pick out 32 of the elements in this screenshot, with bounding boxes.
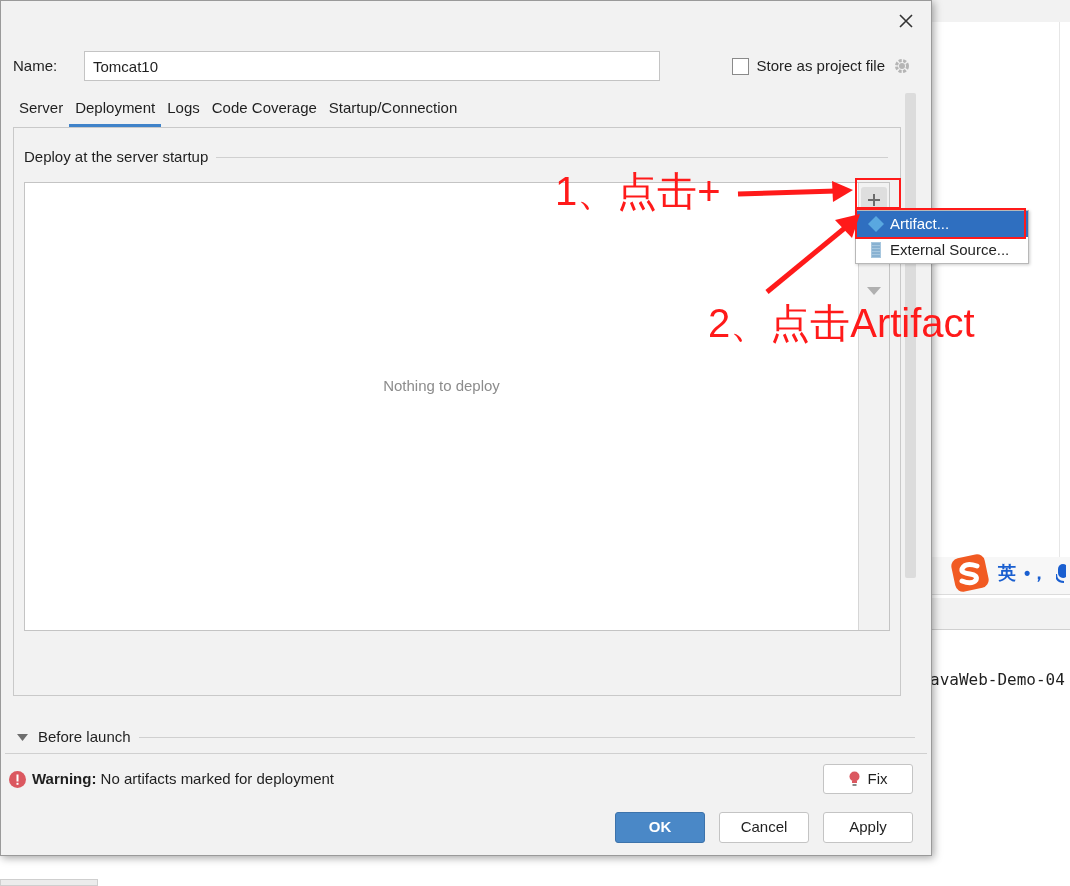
fix-button[interactable]: Fix — [823, 764, 913, 794]
close-icon[interactable] — [899, 14, 913, 28]
tab[interactable]: Server — [13, 93, 70, 127]
annotation-text: 1、点击+ — [555, 168, 721, 215]
bulb-icon — [848, 770, 860, 788]
checkbox-label: Store as project file — [756, 55, 885, 76]
section-toggle[interactable]: Before launch — [17, 725, 131, 749]
section-title: Deploy at the server startup — [24, 146, 209, 167]
tab[interactable]: Logs — [161, 93, 206, 127]
annotation-text: 2、点击Artifact — [708, 300, 975, 347]
ime-language-label: 英 — [998, 561, 1016, 585]
editor-text: avaWeb-Demo-04 — [930, 669, 1065, 691]
triangle-down-icon — [17, 733, 28, 741]
dialog-button[interactable]: Apply — [823, 812, 913, 843]
microphone-icon[interactable] — [1056, 562, 1067, 584]
plus-icon — [867, 193, 881, 207]
dialog-button[interactable]: OK — [615, 812, 705, 843]
ime-punctuation-label: •， — [1024, 561, 1049, 585]
name-input-field[interactable]: Tomcat10 — [84, 51, 660, 81]
menu-item[interactable]: Artifact... — [856, 211, 1028, 237]
tab[interactable]: Code Coverage — [205, 93, 323, 127]
error-icon — [9, 770, 26, 788]
menu-item[interactable]: External Source... — [856, 237, 1028, 263]
empty-list-text: Nothing to deploy — [383, 376, 500, 397]
tab[interactable]: Deployment — [69, 93, 162, 127]
diamond-icon — [868, 216, 884, 232]
dialog-button[interactable]: Cancel — [719, 812, 809, 843]
checkbox[interactable] — [731, 57, 749, 75]
folder-stack-icon — [868, 242, 884, 258]
name-label: Name: — [13, 55, 59, 76]
tab[interactable]: Startup/Connection — [322, 93, 464, 127]
warning-message: Warning: No artifacts marked for deployment — [32, 768, 335, 789]
